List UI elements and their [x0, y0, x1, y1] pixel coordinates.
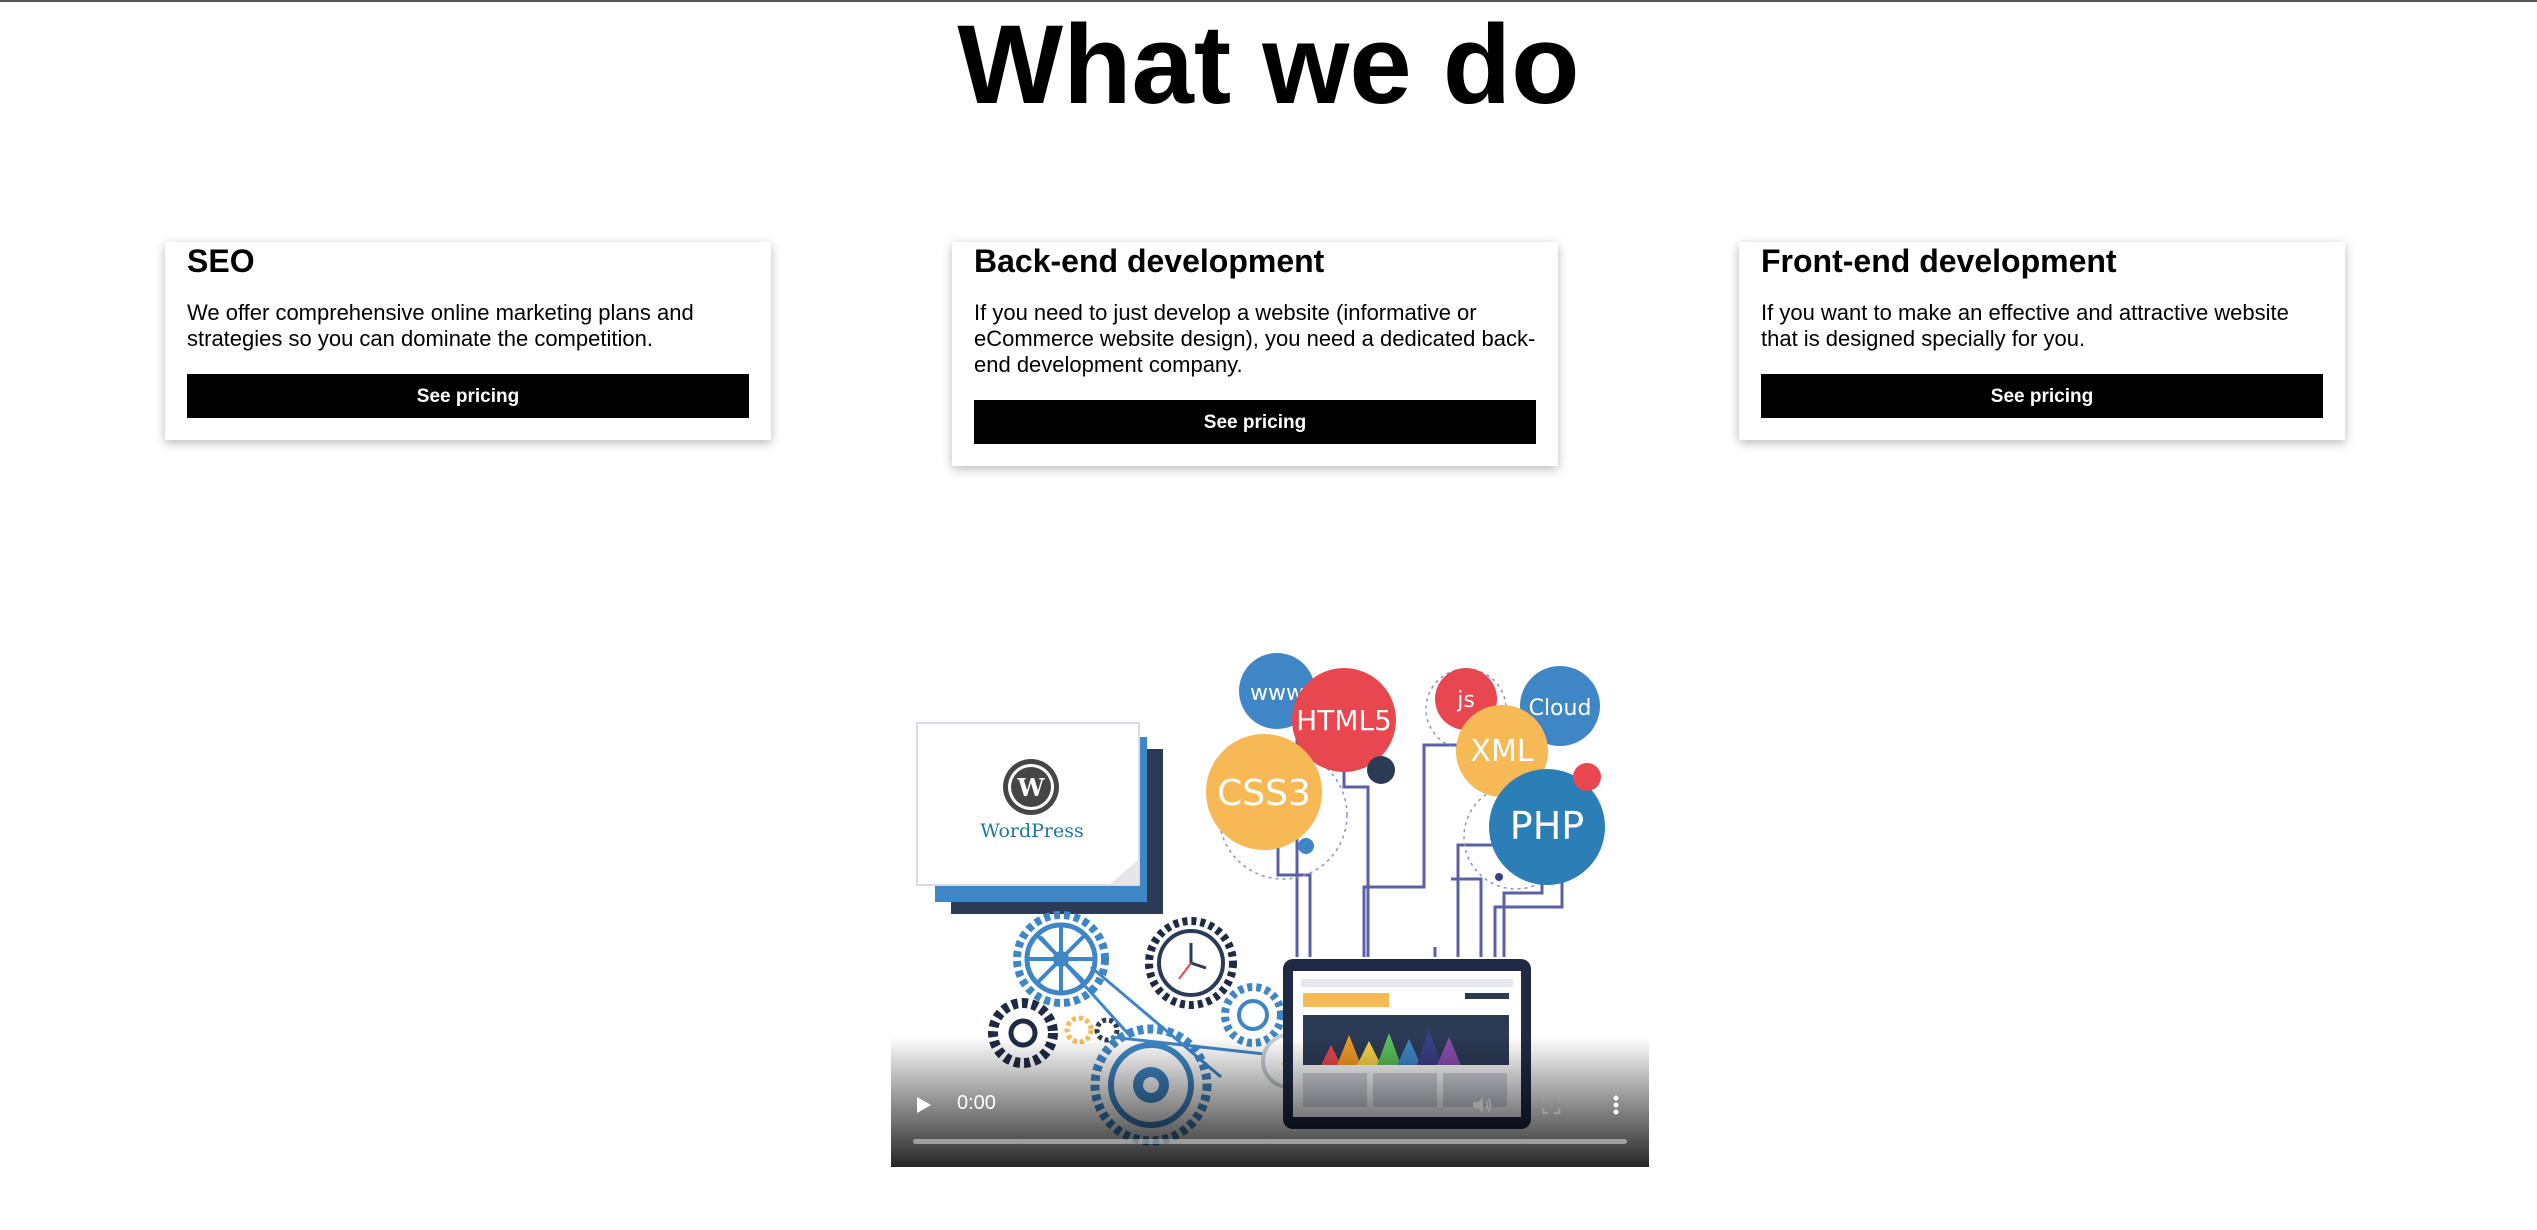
video-controls: 0:00 [891, 1037, 1649, 1167]
more-options-icon[interactable] [1612, 1094, 1620, 1116]
wordpress-label: WordPress [980, 820, 1084, 842]
video-time: 0:00 [957, 1092, 996, 1114]
page-title: What we do [957, 2, 1580, 127]
svg-text:js: js [1456, 688, 1475, 713]
see-pricing-button[interactable]: See pricing [974, 400, 1536, 444]
svg-text:CSS3: CSS3 [1217, 773, 1311, 814]
service-card-backend: Back-end development If you need to just… [952, 242, 1558, 466]
svg-text:W: W [1017, 773, 1046, 802]
service-title: Front-end development [1761, 243, 2117, 279]
wordpress-card: W WordPress [916, 722, 1163, 914]
svg-text:Cloud: Cloud [1529, 696, 1592, 721]
service-title: Back-end development [974, 243, 1325, 279]
svg-text:XML: XML [1470, 734, 1533, 769]
svg-text:PHP: PHP [1510, 804, 1584, 848]
service-description: We offer comprehensive online marketing … [187, 300, 694, 351]
play-icon[interactable] [915, 1095, 933, 1115]
see-pricing-button[interactable]: See pricing [187, 374, 749, 418]
css3-bubble: CSS3 [1206, 734, 1322, 850]
service-description: If you want to make an effective and att… [1761, 300, 2289, 351]
volume-icon[interactable] [1471, 1094, 1493, 1116]
service-card-frontend: Front-end development If you want to mak… [1739, 242, 2345, 440]
see-pricing-button[interactable]: See pricing [1761, 374, 2323, 418]
service-card-seo: SEO We offer comprehensive online market… [165, 242, 771, 440]
service-title: SEO [187, 243, 255, 279]
video-player[interactable]: W WordPress www HTML5 js Cloud CSS3 XML … [891, 637, 1649, 1167]
service-description: If you need to just develop a website (i… [974, 300, 1536, 377]
fullscreen-icon[interactable] [1541, 1095, 1561, 1115]
svg-text:HTML5: HTML5 [1296, 704, 1392, 737]
video-progress-bar[interactable] [913, 1139, 1627, 1144]
